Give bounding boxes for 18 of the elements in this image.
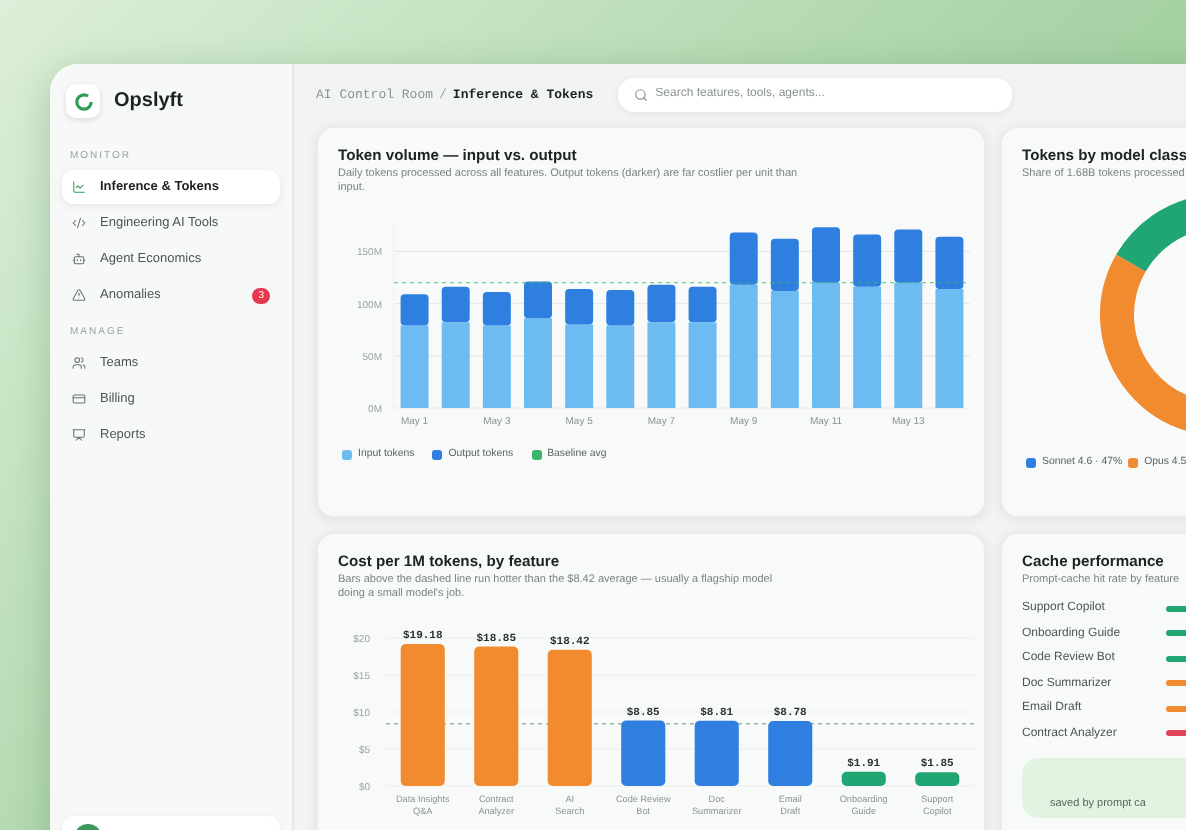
chart-bar	[400, 644, 445, 786]
logo-icon	[66, 84, 100, 118]
robot-icon	[72, 252, 86, 266]
code-icon	[72, 216, 86, 230]
chart-bar	[621, 720, 666, 786]
chart-bar	[547, 649, 592, 786]
brand-name: Opslyft	[114, 90, 183, 112]
card-icon	[72, 392, 86, 406]
presentation-icon	[72, 428, 86, 442]
chart-bar	[841, 771, 886, 786]
chart-bar	[474, 646, 519, 786]
chart-bar	[694, 720, 739, 786]
people-icon	[72, 356, 86, 370]
chart-bar	[915, 772, 960, 786]
search-icon	[633, 87, 648, 101]
chart-bar	[768, 721, 813, 786]
line-chart-icon	[72, 180, 86, 194]
warning-icon	[72, 288, 86, 302]
